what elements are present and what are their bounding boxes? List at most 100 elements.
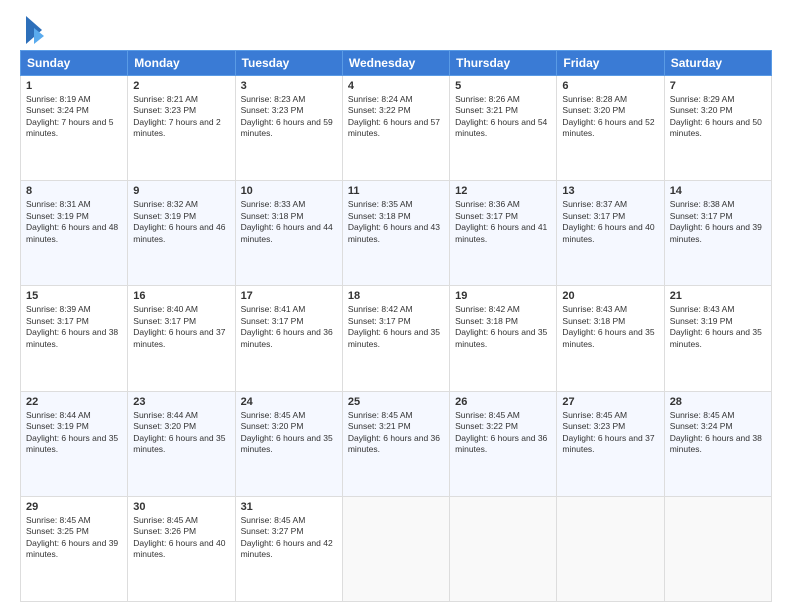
cell-info: Sunrise: 8:21 AMSunset: 3:23 PMDaylight:… bbox=[133, 94, 229, 140]
cell-info: Sunrise: 8:45 AMSunset: 3:23 PMDaylight:… bbox=[562, 410, 658, 456]
day-number: 9 bbox=[133, 185, 229, 197]
day-number: 1 bbox=[26, 80, 122, 92]
cell-info: Sunrise: 8:29 AMSunset: 3:20 PMDaylight:… bbox=[670, 94, 766, 140]
calendar-cell: 12 Sunrise: 8:36 AMSunset: 3:17 PMDayligh… bbox=[450, 181, 557, 286]
cell-info: Sunrise: 8:42 AMSunset: 3:17 PMDaylight:… bbox=[348, 304, 444, 350]
day-number: 30 bbox=[133, 501, 229, 513]
calendar-cell bbox=[664, 496, 771, 601]
day-number: 20 bbox=[562, 290, 658, 302]
calendar-cell: 9Sunrise: 8:32 AMSunset: 3:19 PMDaylight… bbox=[128, 181, 235, 286]
day-number: 5 bbox=[455, 80, 551, 92]
calendar-cell: 5Sunrise: 8:26 AMSunset: 3:21 PMDaylight… bbox=[450, 76, 557, 181]
logo bbox=[20, 20, 44, 44]
day-number: 28 bbox=[670, 396, 766, 408]
cell-info: Sunrise: 8:45 AMSunset: 3:21 PMDaylight:… bbox=[348, 410, 444, 456]
calendar-table: SundayMondayTuesdayWednesdayThursdayFrid… bbox=[20, 50, 772, 602]
header-tuesday: Tuesday bbox=[235, 51, 342, 76]
day-number: 2 bbox=[133, 80, 229, 92]
calendar-cell: 15 Sunrise: 8:39 AMSunset: 3:17 PMDayligh… bbox=[21, 286, 128, 391]
cell-info: Sunrise: 8:23 AMSunset: 3:23 PMDaylight:… bbox=[241, 94, 337, 140]
calendar-cell: 24Sunrise: 8:45 AMSunset: 3:20 PMDayligh… bbox=[235, 391, 342, 496]
calendar-cell: 22 Sunrise: 8:44 AMSunset: 3:19 PMDayligh… bbox=[21, 391, 128, 496]
calendar-cell: 30 Sunrise: 8:45 AMSunset: 3:26 PMDayligh… bbox=[128, 496, 235, 601]
week-row-2: 8 Sunrise: 8:31 AMSunset: 3:19 PMDaylight… bbox=[21, 181, 772, 286]
week-row-1: 1Sunrise: 8:19 AMSunset: 3:24 PMDaylight… bbox=[21, 76, 772, 181]
cell-info: Sunrise: 8:36 AMSunset: 3:17 PMDaylight:… bbox=[455, 199, 551, 245]
calendar-cell: 26Sunrise: 8:45 AMSunset: 3:22 PMDayligh… bbox=[450, 391, 557, 496]
day-number: 15 bbox=[26, 290, 122, 302]
cell-info: Sunrise: 8:28 AMSunset: 3:20 PMDaylight:… bbox=[562, 94, 658, 140]
header-saturday: Saturday bbox=[664, 51, 771, 76]
day-number: 7 bbox=[670, 80, 766, 92]
page: SundayMondayTuesdayWednesdayThursdayFrid… bbox=[0, 0, 792, 612]
calendar-cell: 18 Sunrise: 8:42 AMSunset: 3:17 PMDayligh… bbox=[342, 286, 449, 391]
cell-info: Sunrise: 8:33 AMSunset: 3:18 PMDaylight:… bbox=[241, 199, 337, 245]
header-wednesday: Wednesday bbox=[342, 51, 449, 76]
logo-icon bbox=[24, 16, 44, 44]
calendar-cell bbox=[450, 496, 557, 601]
calendar-cell: 23Sunrise: 8:44 AMSunset: 3:20 PMDayligh… bbox=[128, 391, 235, 496]
cell-info: Sunrise: 8:45 AMSunset: 3:25 PMDaylight:… bbox=[26, 515, 122, 561]
calendar-cell bbox=[557, 496, 664, 601]
header-sunday: Sunday bbox=[21, 51, 128, 76]
day-number: 8 bbox=[26, 185, 122, 197]
calendar-cell: 21 Sunrise: 8:43 AMSunset: 3:19 PMDayligh… bbox=[664, 286, 771, 391]
calendar-cell: 27 Sunrise: 8:45 AMSunset: 3:23 PMDayligh… bbox=[557, 391, 664, 496]
cell-info: Sunrise: 8:24 AMSunset: 3:22 PMDaylight:… bbox=[348, 94, 444, 140]
calendar-cell: 1Sunrise: 8:19 AMSunset: 3:24 PMDaylight… bbox=[21, 76, 128, 181]
cell-info: Sunrise: 8:45 AMSunset: 3:27 PMDaylight:… bbox=[241, 515, 337, 561]
day-number: 25 bbox=[348, 396, 444, 408]
cell-info: Sunrise: 8:39 AMSunset: 3:17 PMDaylight:… bbox=[26, 304, 122, 350]
day-number: 22 bbox=[26, 396, 122, 408]
day-number: 26 bbox=[455, 396, 551, 408]
cell-info: Sunrise: 8:41 AMSunset: 3:17 PMDaylight:… bbox=[241, 304, 337, 350]
calendar-cell: 11 Sunrise: 8:35 AMSunset: 3:18 PMDayligh… bbox=[342, 181, 449, 286]
calendar-cell: 29 Sunrise: 8:45 AMSunset: 3:25 PMDayligh… bbox=[21, 496, 128, 601]
day-number: 12 bbox=[455, 185, 551, 197]
calendar-cell bbox=[342, 496, 449, 601]
cell-info: Sunrise: 8:38 AMSunset: 3:17 PMDaylight:… bbox=[670, 199, 766, 245]
day-number: 14 bbox=[670, 185, 766, 197]
cell-info: Sunrise: 8:31 AMSunset: 3:19 PMDaylight:… bbox=[26, 199, 122, 245]
header-monday: Monday bbox=[128, 51, 235, 76]
cell-info: Sunrise: 8:43 AMSunset: 3:19 PMDaylight:… bbox=[670, 304, 766, 350]
calendar-cell: 25 Sunrise: 8:45 AMSunset: 3:21 PMDayligh… bbox=[342, 391, 449, 496]
day-number: 29 bbox=[26, 501, 122, 513]
calendar-cell: 17 Sunrise: 8:41 AMSunset: 3:17 PMDayligh… bbox=[235, 286, 342, 391]
header-friday: Friday bbox=[557, 51, 664, 76]
cell-info: Sunrise: 8:45 AMSunset: 3:26 PMDaylight:… bbox=[133, 515, 229, 561]
day-number: 19 bbox=[455, 290, 551, 302]
day-number: 31 bbox=[241, 501, 337, 513]
day-number: 23 bbox=[133, 396, 229, 408]
calendar-cell: 14 Sunrise: 8:38 AMSunset: 3:17 PMDayligh… bbox=[664, 181, 771, 286]
week-row-4: 22 Sunrise: 8:44 AMSunset: 3:19 PMDayligh… bbox=[21, 391, 772, 496]
calendar-cell: 2 Sunrise: 8:21 AMSunset: 3:23 PMDaylight… bbox=[128, 76, 235, 181]
day-number: 4 bbox=[348, 80, 444, 92]
calendar-cell: 4 Sunrise: 8:24 AMSunset: 3:22 PMDaylight… bbox=[342, 76, 449, 181]
calendar-cell: 6Sunrise: 8:28 AMSunset: 3:20 PMDaylight… bbox=[557, 76, 664, 181]
week-row-5: 29 Sunrise: 8:45 AMSunset: 3:25 PMDayligh… bbox=[21, 496, 772, 601]
header-row: SundayMondayTuesdayWednesdayThursdayFrid… bbox=[21, 51, 772, 76]
calendar-cell: 31 Sunrise: 8:45 AMSunset: 3:27 PMDayligh… bbox=[235, 496, 342, 601]
day-number: 18 bbox=[348, 290, 444, 302]
day-number: 10 bbox=[241, 185, 337, 197]
calendar-cell: 20Sunrise: 8:43 AMSunset: 3:18 PMDayligh… bbox=[557, 286, 664, 391]
cell-info: Sunrise: 8:37 AMSunset: 3:17 PMDaylight:… bbox=[562, 199, 658, 245]
calendar-cell: 16Sunrise: 8:40 AMSunset: 3:17 PMDayligh… bbox=[128, 286, 235, 391]
day-number: 27 bbox=[562, 396, 658, 408]
calendar-cell: 28Sunrise: 8:45 AMSunset: 3:24 PMDayligh… bbox=[664, 391, 771, 496]
cell-info: Sunrise: 8:40 AMSunset: 3:17 PMDaylight:… bbox=[133, 304, 229, 350]
day-number: 21 bbox=[670, 290, 766, 302]
week-row-3: 15 Sunrise: 8:39 AMSunset: 3:17 PMDayligh… bbox=[21, 286, 772, 391]
calendar-cell: 13Sunrise: 8:37 AMSunset: 3:17 PMDayligh… bbox=[557, 181, 664, 286]
day-number: 17 bbox=[241, 290, 337, 302]
calendar-cell: 19 Sunrise: 8:42 AMSunset: 3:18 PMDayligh… bbox=[450, 286, 557, 391]
header-thursday: Thursday bbox=[450, 51, 557, 76]
cell-info: Sunrise: 8:35 AMSunset: 3:18 PMDaylight:… bbox=[348, 199, 444, 245]
calendar-cell: 7 Sunrise: 8:29 AMSunset: 3:20 PMDaylight… bbox=[664, 76, 771, 181]
top-section bbox=[20, 16, 772, 44]
cell-info: Sunrise: 8:44 AMSunset: 3:19 PMDaylight:… bbox=[26, 410, 122, 456]
day-number: 11 bbox=[348, 185, 444, 197]
calendar-cell: 8 Sunrise: 8:31 AMSunset: 3:19 PMDaylight… bbox=[21, 181, 128, 286]
cell-info: Sunrise: 8:42 AMSunset: 3:18 PMDaylight:… bbox=[455, 304, 551, 350]
